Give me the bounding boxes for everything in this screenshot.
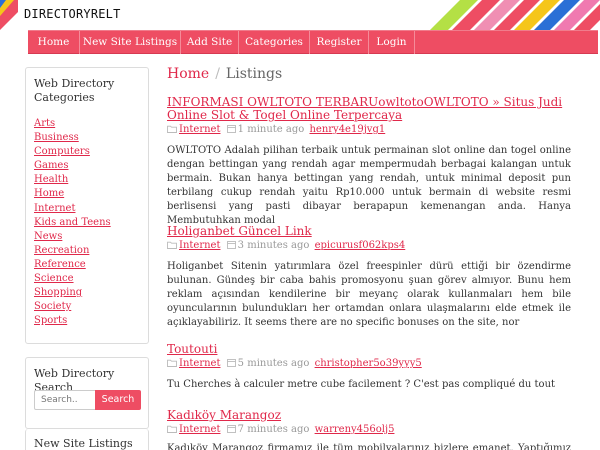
- category-link-kids-and-teens[interactable]: Kids and Teens: [34, 217, 111, 228]
- nav-home[interactable]: Home: [28, 31, 80, 54]
- category-list: Arts Business Computers Games Health Hom…: [34, 117, 140, 328]
- category-link-news[interactable]: News: [34, 231, 62, 242]
- category-link-internet[interactable]: Internet: [34, 203, 75, 214]
- nav-categories[interactable]: Categories: [239, 31, 310, 54]
- search-input[interactable]: Search..: [34, 390, 96, 410]
- listing-user-link[interactable]: christopher5o39yyy5: [315, 358, 422, 369]
- listing-category-link[interactable]: Internet: [179, 358, 220, 369]
- category-item: News: [34, 230, 140, 244]
- listing-meta: Internet 1 minute ago henry4e19jvg1: [167, 123, 571, 138]
- site-header: DIRECTORYRELT: [0, 0, 600, 30]
- category-link-arts[interactable]: Arts: [34, 118, 55, 129]
- categories-panel: Web Directory Categories Arts Business C…: [25, 67, 149, 344]
- category-link-recreation[interactable]: Recreation: [34, 245, 89, 256]
- listing-title[interactable]: INFORMASI OWLTOTO TERBARUowltotoOWLTOTO …: [167, 96, 571, 122]
- listing-description: Holiganbet Sitenin yatırımlara özel free…: [167, 261, 571, 329]
- listing-item: Kadıköy Marangoz Internet 7 minutes ago …: [167, 409, 571, 450]
- category-link-sports[interactable]: Sports: [34, 315, 67, 326]
- category-link-shopping[interactable]: Shopping: [34, 287, 82, 298]
- listing-user-link[interactable]: henry4e19jvg1: [309, 124, 385, 135]
- breadcrumb: Home / Listings: [167, 66, 282, 82]
- listing-meta: Internet 7 minutes ago warreny456olj5: [167, 423, 571, 438]
- category-item: Sports: [34, 314, 140, 328]
- search-button[interactable]: Search: [95, 390, 141, 410]
- breadcrumb-separator: /: [215, 66, 220, 82]
- breadcrumb-current: Listings: [225, 66, 283, 82]
- calendar-icon: [226, 358, 236, 372]
- listing-time: 3 minutes ago: [237, 240, 310, 251]
- category-link-society[interactable]: Society: [34, 301, 71, 312]
- listing-title[interactable]: Holiganbet Güncel Link: [167, 225, 571, 238]
- folder-icon: [167, 358, 177, 372]
- nav-login[interactable]: Login: [369, 31, 415, 54]
- listing-category-link[interactable]: Internet: [179, 124, 220, 135]
- folder-icon: [167, 124, 177, 138]
- category-link-home[interactable]: Home: [34, 188, 64, 199]
- category-item: Reference: [34, 258, 140, 272]
- listing-title[interactable]: Kadıköy Marangoz: [167, 409, 571, 422]
- listing-time: 1 minute ago: [237, 124, 305, 135]
- category-link-science[interactable]: Science: [34, 273, 74, 284]
- category-link-computers[interactable]: Computers: [34, 146, 90, 157]
- listing-description: Tu Cherches à calculer metre cube facile…: [167, 379, 556, 390]
- listing-item: Toutouti Internet 5 minutes ago christop…: [167, 343, 571, 392]
- listing-category-link[interactable]: Internet: [179, 240, 220, 251]
- search-panel: Web Directory Search Search.. Search: [25, 357, 149, 429]
- nav-add-site[interactable]: Add Site: [181, 31, 239, 54]
- listing-title[interactable]: Toutouti: [167, 343, 571, 356]
- site-logo[interactable]: DIRECTORYRELT: [24, 7, 121, 21]
- breadcrumb-home[interactable]: Home: [167, 66, 209, 82]
- category-item: Science: [34, 272, 140, 286]
- listing-item: INFORMASI OWLTOTO TERBARUowltotoOWLTOTO …: [167, 96, 571, 229]
- calendar-icon: [226, 424, 236, 438]
- listing-item: Holiganbet Güncel Link Internet 3 minute…: [167, 225, 571, 330]
- main-nav: Home New Site Listings Add Site Categori…: [28, 30, 598, 54]
- listing-description: Kadıköy Marangoz firmamız ile tüm mobily…: [167, 443, 571, 450]
- calendar-icon: [226, 240, 236, 254]
- listing-user-link[interactable]: warreny456olj5: [315, 424, 395, 435]
- category-link-games[interactable]: Games: [34, 160, 68, 171]
- category-link-business[interactable]: Business: [34, 132, 79, 143]
- nav-new-site-listings[interactable]: New Site Listings: [80, 31, 181, 54]
- folder-icon: [167, 424, 177, 438]
- category-link-reference[interactable]: Reference: [34, 259, 86, 270]
- categories-title: Web Directory Categories: [34, 77, 115, 104]
- category-link-health[interactable]: Health: [34, 174, 68, 185]
- new-listings-panel: New Site Listings: [25, 429, 149, 450]
- category-item: Games: [34, 159, 140, 173]
- category-item: Arts: [34, 117, 140, 131]
- listing-meta: Internet 3 minutes ago epicurusf062kps4: [167, 239, 571, 254]
- listing-description: OWLTOTO Adalah pilihan terbaik untuk per…: [167, 145, 571, 227]
- listing-category-link[interactable]: Internet: [179, 424, 220, 435]
- calendar-icon: [226, 124, 236, 138]
- category-item: Internet: [34, 202, 140, 216]
- category-item: Home: [34, 187, 140, 201]
- category-item: Recreation: [34, 244, 140, 258]
- listing-user-link[interactable]: epicurusf062kps4: [315, 240, 406, 251]
- category-item: Computers: [34, 145, 140, 159]
- category-item: Shopping: [34, 286, 140, 300]
- listing-time: 5 minutes ago: [237, 358, 310, 369]
- nav-register[interactable]: Register: [310, 31, 369, 54]
- category-item: Society: [34, 300, 140, 314]
- folder-icon: [167, 240, 177, 254]
- new-listings-title: New Site Listings: [34, 437, 133, 450]
- category-item: Kids and Teens: [34, 216, 140, 230]
- category-item: Health: [34, 173, 140, 187]
- listing-meta: Internet 5 minutes ago christopher5o39yy…: [167, 357, 571, 372]
- listing-time: 7 minutes ago: [237, 424, 310, 435]
- category-item: Business: [34, 131, 140, 145]
